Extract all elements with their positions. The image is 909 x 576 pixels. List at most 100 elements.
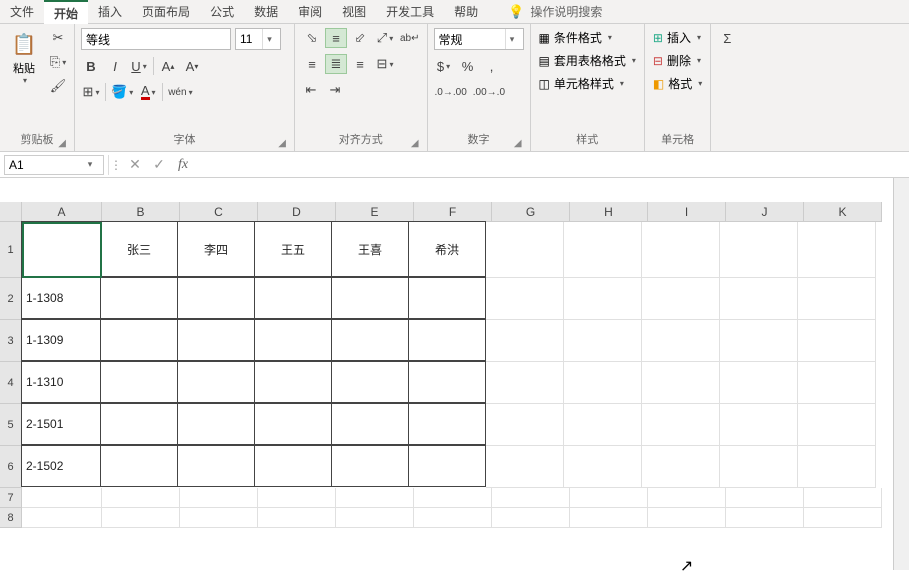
cell[interactable] — [564, 446, 642, 488]
name-box-input[interactable] — [5, 158, 83, 172]
cell[interactable] — [331, 403, 409, 445]
increase-font-button[interactable]: A▴ — [158, 56, 178, 76]
cell[interactable] — [414, 488, 492, 508]
cell[interactable] — [720, 362, 798, 404]
tab-开发工具[interactable]: 开发工具 — [376, 0, 444, 24]
cell[interactable]: 希洪 — [408, 221, 486, 277]
cell[interactable] — [414, 508, 492, 528]
tell-me-search[interactable]: 💡操作说明搜索 — [508, 3, 602, 20]
font-name-input[interactable] — [82, 32, 245, 46]
vertical-scrollbar[interactable] — [893, 178, 909, 570]
cell[interactable] — [798, 446, 876, 488]
tab-数据[interactable]: 数据 — [244, 0, 288, 24]
name-box[interactable]: ▾ — [4, 155, 104, 175]
cell[interactable] — [720, 320, 798, 362]
row-header[interactable]: 2 — [0, 278, 22, 320]
dialog-launcher-icon[interactable]: ◢ — [58, 138, 66, 149]
cut-button[interactable]: ✂ — [48, 28, 68, 48]
cell[interactable] — [254, 319, 332, 361]
bold-button[interactable]: B — [81, 56, 101, 76]
merge-button[interactable]: ⊟▾ — [375, 54, 395, 74]
align-center-button[interactable]: ≣ — [325, 54, 347, 74]
cell[interactable] — [100, 277, 178, 319]
row-header[interactable]: 1 — [0, 222, 22, 278]
row-header[interactable]: 7 — [0, 488, 22, 508]
formula-input[interactable] — [195, 155, 909, 175]
cell[interactable] — [720, 446, 798, 488]
cell[interactable] — [798, 404, 876, 446]
font-size-input[interactable] — [236, 32, 262, 46]
align-bottom-button[interactable]: ⬃ — [349, 28, 371, 48]
chevron-down-icon[interactable]: ▾ — [505, 29, 519, 49]
cell[interactable] — [486, 404, 564, 446]
cell[interactable]: 张三 — [100, 221, 178, 277]
cell[interactable] — [726, 508, 804, 528]
format-painter-button[interactable]: 🖌 — [48, 76, 68, 96]
cell[interactable] — [486, 446, 564, 488]
cell[interactable] — [177, 361, 255, 403]
cell[interactable] — [564, 320, 642, 362]
column-header[interactable]: E — [336, 202, 414, 222]
number-format-input[interactable] — [435, 32, 505, 46]
cell[interactable] — [564, 404, 642, 446]
worksheet[interactable]: ABCDEFGHIJK 12345678 张三李四王五王喜希洪1-13081-1… — [0, 178, 909, 570]
font-color-button[interactable]: A▾ — [138, 82, 158, 102]
cell[interactable] — [642, 404, 720, 446]
cell[interactable] — [100, 445, 178, 487]
cell[interactable] — [804, 488, 882, 508]
column-header[interactable]: A — [22, 202, 102, 222]
cell[interactable] — [254, 277, 332, 319]
cell[interactable] — [100, 361, 178, 403]
cell[interactable] — [798, 320, 876, 362]
cell[interactable] — [331, 361, 409, 403]
cell[interactable] — [21, 221, 101, 277]
align-left-button[interactable]: ≡ — [301, 54, 323, 74]
cell[interactable] — [408, 403, 486, 445]
conditional-format-button[interactable]: ▦条件格式▾ — [537, 28, 638, 47]
tab-审阅[interactable]: 审阅 — [288, 0, 332, 24]
orientation-button[interactable]: ⤢▾ — [375, 28, 395, 48]
cell[interactable] — [642, 446, 720, 488]
insert-cells-button[interactable]: ⊞插入▾ — [651, 28, 704, 47]
percent-button[interactable]: % — [458, 56, 478, 76]
accounting-format-button[interactable]: $▾ — [434, 56, 454, 76]
column-header[interactable]: F — [414, 202, 492, 222]
delete-cells-button[interactable]: ⊟删除▾ — [651, 51, 704, 70]
format-cells-button[interactable]: ◧格式▾ — [651, 74, 704, 93]
increase-indent-button[interactable]: ⇥ — [325, 80, 345, 100]
tab-开始[interactable]: 开始 — [44, 0, 88, 24]
cell[interactable] — [564, 278, 642, 320]
column-header[interactable]: D — [258, 202, 336, 222]
copy-button[interactable]: ⎘▾ — [48, 52, 68, 72]
cell[interactable] — [798, 362, 876, 404]
cell[interactable] — [642, 320, 720, 362]
dialog-launcher-icon[interactable]: ◢ — [278, 138, 286, 149]
cell[interactable] — [648, 508, 726, 528]
cell[interactable]: 王喜 — [331, 221, 409, 277]
font-size-combo[interactable]: ▾ — [235, 28, 281, 50]
cell[interactable] — [180, 488, 258, 508]
cell[interactable] — [486, 320, 564, 362]
cell[interactable]: 2-1502 — [21, 445, 101, 487]
decrease-indent-button[interactable]: ⇤ — [301, 80, 321, 100]
cell[interactable]: 1-1309 — [21, 319, 101, 361]
cell[interactable] — [331, 319, 409, 361]
chevron-down-icon[interactable]: ⋮ — [109, 158, 123, 172]
row-header[interactable]: 3 — [0, 320, 22, 362]
cell[interactable] — [100, 403, 178, 445]
row-header[interactable]: 8 — [0, 508, 22, 528]
fx-icon[interactable]: fx — [171, 157, 195, 173]
cell[interactable] — [22, 488, 102, 508]
cell[interactable] — [804, 508, 882, 528]
cell[interactable] — [331, 445, 409, 487]
cell[interactable] — [486, 362, 564, 404]
cell-styles-button[interactable]: ◫单元格样式▾ — [537, 74, 638, 93]
format-as-table-button[interactable]: ▤套用表格格式▾ — [537, 51, 638, 70]
column-header[interactable]: B — [102, 202, 180, 222]
wrap-text-button[interactable]: ab↵ — [399, 28, 421, 48]
chevron-down-icon[interactable]: ▾ — [83, 159, 97, 170]
cell[interactable] — [177, 277, 255, 319]
decrease-font-button[interactable]: A▾ — [182, 56, 202, 76]
cell[interactable]: 1-1308 — [21, 277, 101, 319]
cell[interactable] — [408, 445, 486, 487]
